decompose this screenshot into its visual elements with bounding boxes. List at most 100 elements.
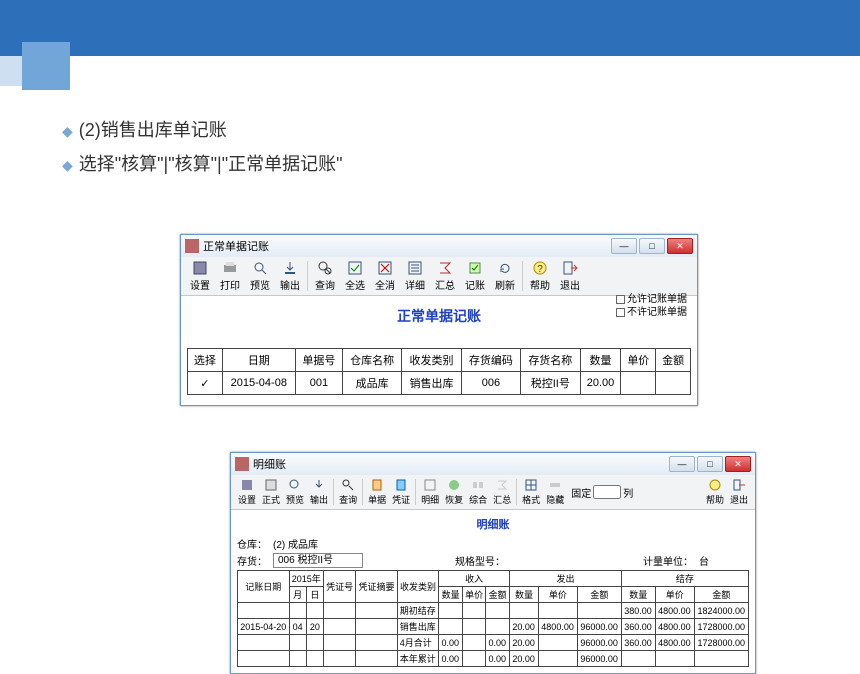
col-wh[interactable]: 仓库名称: [342, 349, 401, 372]
tb-print[interactable]: 打印: [215, 259, 245, 293]
slide-body-text: ◆(2)销售出库单记账 ◆选择"核算"|"核算"|"正常单据记账": [62, 116, 342, 184]
close-button[interactable]: ✕: [667, 238, 693, 254]
tb-help[interactable]: 帮助: [703, 477, 727, 507]
detail-icon: [407, 260, 423, 276]
minimize-button[interactable]: —: [669, 456, 695, 472]
unit-value: 台: [699, 553, 709, 568]
format-icon: [524, 478, 538, 492]
spec-label: 规格型号：: [455, 553, 505, 568]
window-title: 明细账: [253, 456, 669, 472]
col-amt[interactable]: 金额: [656, 349, 691, 372]
tb-refresh[interactable]: 刷新: [490, 259, 520, 293]
selectall-icon: [347, 260, 363, 276]
tb-settings[interactable]: 设置: [185, 259, 215, 293]
tb-exit[interactable]: 退出: [727, 477, 751, 507]
meta-warehouse: 仓库：(2) 成品库: [237, 536, 749, 551]
ledger-row[interactable]: 期初结存380.004800.001824000.00: [238, 603, 749, 619]
detail-icon: [423, 478, 437, 492]
slide-line-1: (2)销售出库单记账: [79, 120, 227, 140]
tb-post[interactable]: 记账: [460, 259, 490, 293]
minimize-button[interactable]: —: [611, 238, 637, 254]
col-name[interactable]: 存货名称: [521, 349, 580, 372]
tb-summary[interactable]: 汇总: [490, 477, 514, 507]
col-qty[interactable]: 数量: [580, 349, 621, 372]
col-docno[interactable]: 单据号: [295, 349, 342, 372]
tb-export[interactable]: 输出: [275, 259, 305, 293]
combine-icon: [471, 478, 485, 492]
refresh-icon: [497, 260, 513, 276]
close-button[interactable]: ✕: [725, 456, 751, 472]
ledger-row[interactable]: 4月合计0.000.0020.0096000.00360.004800.0017…: [238, 635, 749, 651]
app-icon: [185, 239, 199, 253]
hide-icon: [548, 478, 562, 492]
summary-icon: [495, 478, 509, 492]
tb-query[interactable]: 查询: [310, 259, 340, 293]
tb-deselect-all[interactable]: 全消: [370, 259, 400, 293]
print-icon: [222, 260, 238, 276]
tb-doc[interactable]: 单据: [365, 477, 389, 507]
col-date[interactable]: 日期: [222, 349, 295, 372]
toolbar: 设置 打印 预览 输出 查询 全选 全消 详细 汇总 记账 刷新 ?帮助 退出: [181, 257, 697, 296]
tb-format[interactable]: 格式: [519, 477, 543, 507]
titlebar[interactable]: 明细账 — □ ✕: [231, 453, 755, 475]
doc-icon: [370, 478, 384, 492]
ledger-row[interactable]: 本年累计0.000.0020.0096000.00: [238, 651, 749, 667]
tb-preview[interactable]: 预览: [245, 259, 275, 293]
tb-voucher[interactable]: 凭证: [389, 477, 413, 507]
maximize-button[interactable]: □: [639, 238, 665, 254]
tb-select-all[interactable]: 全选: [340, 259, 370, 293]
settings-icon: [192, 260, 208, 276]
tb-hide[interactable]: 隐藏: [543, 477, 567, 507]
legend: 允许记账单据 不许记账单据: [616, 293, 687, 319]
restore-icon: [447, 478, 461, 492]
help-icon: ?: [532, 260, 548, 276]
search-icon: [317, 260, 333, 276]
col-type[interactable]: 收发类别: [402, 349, 461, 372]
fixed-col-input[interactable]: [593, 485, 621, 499]
ledger-grid[interactable]: 记账日期 2015年 凭证号 凭证摘要 收发类别 收入 发出 结存 月 日 数量…: [237, 570, 749, 667]
tb-preview[interactable]: 预览: [283, 477, 307, 507]
tb-detail[interactable]: 明细: [418, 477, 442, 507]
deselect-icon: [377, 260, 393, 276]
preview-icon: [252, 260, 268, 276]
preview-icon: [288, 478, 302, 492]
svg-text:?: ?: [537, 264, 543, 275]
fixed-col-control[interactable]: 固定 列: [571, 477, 633, 507]
stock-label: 存货：: [237, 553, 267, 568]
stock-value[interactable]: 006 税控II号: [273, 553, 363, 568]
help-icon: [708, 478, 722, 492]
tb-help[interactable]: ?帮助: [525, 259, 555, 293]
tb-exit[interactable]: 退出: [555, 259, 585, 293]
exit-icon: [732, 478, 746, 492]
toolbar: 设置 正式 预览 输出 查询 单据 凭证 明细 恢复 综合 汇总 格式 隐藏 固…: [231, 475, 755, 510]
tb-query[interactable]: 查询: [336, 477, 360, 507]
ledger-row[interactable]: 2015-04-200420销售出库20.004800.0096000.0036…: [238, 619, 749, 635]
slide-line-2: 选择"核算"|"核算"|"正常单据记账": [79, 154, 343, 174]
tb-settings[interactable]: 设置: [235, 477, 259, 507]
window-title: 正常单据记账: [203, 238, 611, 254]
col-price[interactable]: 单价: [621, 349, 656, 372]
export-icon: [312, 478, 326, 492]
col-code[interactable]: 存货编码: [461, 349, 520, 372]
tb-restore[interactable]: 恢复: [442, 477, 466, 507]
post-icon: [467, 260, 483, 276]
formal-icon: [264, 478, 278, 492]
tb-summary[interactable]: 汇总: [430, 259, 460, 293]
panel-title: 明细账: [237, 516, 749, 532]
voucher-icon: [394, 478, 408, 492]
maximize-button[interactable]: □: [697, 456, 723, 472]
unit-label: 计量单位：: [643, 553, 693, 568]
titlebar[interactable]: 正常单据记账 — □ ✕: [181, 235, 697, 257]
exit-icon: [562, 260, 578, 276]
tb-export[interactable]: 输出: [307, 477, 331, 507]
col-select[interactable]: 选择: [188, 349, 223, 372]
posting-grid[interactable]: 选择 日期 单据号 仓库名称 收发类别 存货编码 存货名称 数量 单价 金额 ✓…: [187, 348, 691, 395]
export-icon: [282, 260, 298, 276]
settings-icon: [240, 478, 254, 492]
search-icon: [341, 478, 355, 492]
window-ledger-detail: 明细账 — □ ✕ 设置 正式 预览 输出 查询 单据 凭证 明细 恢复 综合 …: [230, 452, 756, 674]
grid-row[interactable]: ✓ 2015-04-08 001 成品库 销售出库 006 税控II号 20.0…: [188, 372, 691, 395]
tb-detail[interactable]: 详细: [400, 259, 430, 293]
tb-combine[interactable]: 综合: [466, 477, 490, 507]
tb-formal[interactable]: 正式: [259, 477, 283, 507]
